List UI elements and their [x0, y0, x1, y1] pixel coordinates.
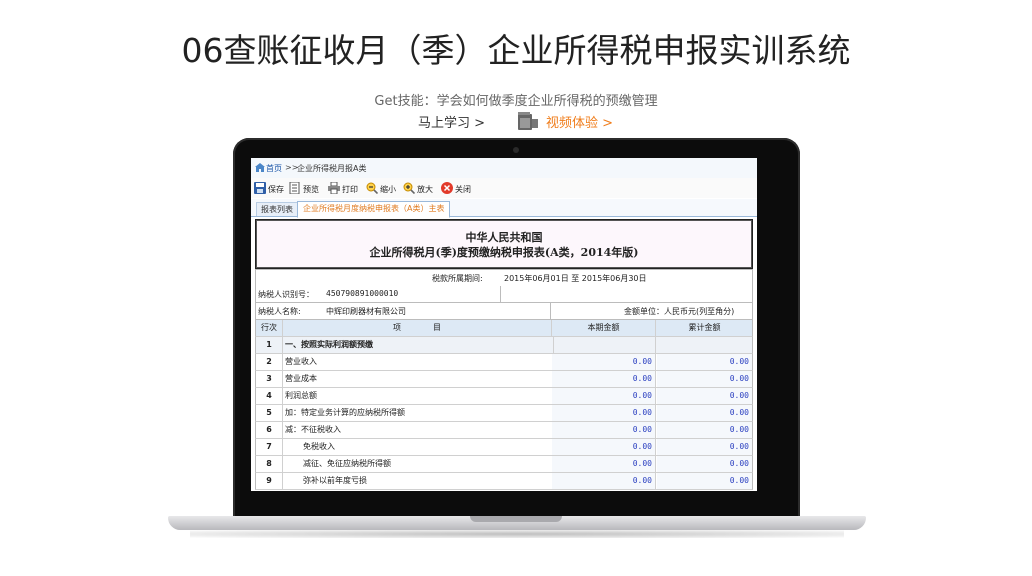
cumulative-amount-input[interactable]: 0.00	[657, 371, 752, 387]
current-amount-input	[552, 337, 656, 353]
item-cell: 利润总额	[283, 388, 554, 404]
tab-report-list[interactable]: 报表列表	[256, 202, 298, 216]
form-header-title: 企业所得税月(季)度预缴纳税申报表(A类，2014年版)	[369, 246, 639, 259]
cumulative-amount-input[interactable]: 0.00	[657, 439, 752, 455]
item-cell: 加：特定业务计算的应纳税所得额	[283, 405, 554, 421]
tax-period-label: 税款所属期间:	[432, 274, 483, 283]
item-cell: 免税收入	[283, 439, 572, 455]
laptop-shadow	[190, 530, 844, 538]
taxpayer-id-row: 纳税人识别号： 450790891000010	[255, 286, 753, 303]
taxpayer-id-label: 纳税人识别号：	[258, 290, 314, 299]
item-cell: 营业成本	[283, 371, 554, 387]
current-amount-input[interactable]: 0.00	[552, 456, 656, 472]
page-title: 06查账征收月（季）企业所得税申报实训系统	[181, 31, 851, 70]
row-no-cell: 1	[256, 337, 283, 353]
close-icon	[441, 182, 453, 194]
col-item: 项 目	[283, 320, 552, 336]
breadcrumb: 首页 >> 企业所得税月报A类	[251, 158, 757, 179]
item-cell: 一、按照实际利润额预缴	[283, 337, 554, 353]
learn-now-link[interactable]: 马上学习 >	[418, 112, 485, 131]
current-amount-input[interactable]: 0.00	[552, 422, 656, 438]
row-no-cell: 6	[256, 422, 283, 438]
current-amount-input[interactable]: 0.00	[552, 473, 656, 489]
save-icon	[254, 182, 266, 194]
cell-divider	[550, 303, 551, 319]
webcam-icon	[513, 147, 519, 153]
current-amount-input[interactable]: 0.00	[552, 388, 656, 404]
table-row: 3 营业成本 0.00 0.00	[255, 371, 753, 388]
tab-bar: 报表列表 企业所得税月度纳税申报表（A类）主表	[251, 199, 757, 218]
table-row: 1 一、按照实际利润额预缴	[255, 337, 753, 354]
taxpayer-id-value: 450790891000010	[326, 289, 399, 298]
col-current: 本期金额	[552, 320, 656, 336]
video-camera-icon[interactable]	[516, 110, 540, 132]
laptop-base-notch	[470, 516, 562, 522]
amount-unit-label: 金额单位：人民币元(列至角分)	[624, 307, 735, 316]
taxpayer-name-row: 纳税人名称: 中辉印刷器材有限公司 金额单位：人民币元(列至角分)	[255, 303, 753, 320]
item-cell: 减征、免征应纳税所得额	[283, 456, 572, 472]
table-row: 4 利润总额 0.00 0.00	[255, 388, 753, 405]
zoom-out-icon	[366, 182, 378, 194]
row-no-cell: 4	[256, 388, 283, 404]
row-no-cell: 9	[256, 473, 283, 489]
tab-main-form[interactable]: 企业所得税月度纳税申报表（A类）主表	[297, 201, 451, 218]
cumulative-amount-input[interactable]: 0.00	[657, 456, 752, 472]
page-subtitle: Get技能：学会如何做季度企业所得税的预缴管理	[374, 94, 658, 109]
home-icon[interactable]	[255, 163, 265, 172]
current-amount-input[interactable]: 0.00	[552, 439, 656, 455]
breadcrumb-home-link[interactable]: 首页	[266, 163, 282, 174]
cell-divider	[500, 286, 501, 302]
cta-links: 马上学习 > 视频体验 >	[0, 110, 1032, 132]
table-row: 2 营业收入 0.00 0.00	[255, 354, 753, 371]
row-no-cell: 3	[256, 371, 283, 387]
taxpayer-name-label: 纳税人名称:	[258, 307, 301, 316]
cumulative-amount-input[interactable]: 0.00	[657, 405, 752, 421]
cumulative-amount-input[interactable]: 0.00	[657, 388, 752, 404]
video-experience-link[interactable]: 视频体验 >	[546, 112, 613, 131]
cumulative-amount-input[interactable]: 0.00	[657, 354, 752, 370]
current-amount-input[interactable]: 0.00	[552, 405, 656, 421]
tax-period-row: 税款所属期间: 2015年06月01日 至 2015年06月30日	[255, 269, 753, 287]
cumulative-amount-input[interactable]: 0.00	[657, 473, 752, 489]
col-cumulative: 累计金额	[688, 323, 721, 332]
cumulative-amount-input[interactable]: 0.00	[657, 422, 752, 438]
item-cell: 弥补以前年度亏损	[283, 473, 572, 489]
tax-period-value: 2015年06月01日 至 2015年06月30日	[504, 274, 647, 283]
table-row: 8 减征、免征应纳税所得额 0.00 0.00	[255, 456, 753, 473]
row-no-cell: 7	[256, 439, 283, 455]
table-row: 6 减：不征税收入 0.00 0.00	[255, 422, 753, 439]
form-header-country: 中华人民共和国	[465, 231, 543, 244]
taxpayer-name-value: 中辉印刷器材有限公司	[326, 307, 406, 316]
app-screen: 首页 >> 企业所得税月报A类 保存 预览 打印 缩小 放大 关闭 报表列表 企…	[251, 158, 757, 491]
zoom-in-icon	[403, 182, 415, 194]
row-no-cell: 5	[256, 405, 283, 421]
current-amount-input[interactable]: 0.00	[552, 354, 656, 370]
row-no-cell: 8	[256, 456, 283, 472]
preview-icon	[289, 182, 300, 194]
table-header-row: 行次 项 目 本期金额 累计金额	[255, 320, 753, 337]
cumulative-amount-input	[657, 337, 752, 353]
item-cell: 减：不征税收入	[283, 422, 554, 438]
col-row-no: 行次	[256, 320, 283, 336]
form-header: 中华人民共和国 企业所得税月(季)度预缴纳税申报表(A类，2014年版)	[255, 219, 753, 269]
row-no-cell: 2	[256, 354, 283, 370]
table-row: 9 弥补以前年度亏损 0.00 0.00	[255, 473, 753, 490]
breadcrumb-current: 企业所得税月报A类	[297, 164, 367, 173]
toolbar: 保存 预览 打印 缩小 放大 关闭	[251, 178, 757, 198]
table-row: 5 加：特定业务计算的应纳税所得额 0.00 0.00	[255, 405, 753, 422]
item-cell: 营业收入	[283, 354, 554, 370]
current-amount-input[interactable]: 0.00	[552, 371, 656, 387]
table-row: 7 免税收入 0.00 0.00	[255, 439, 753, 456]
print-icon	[328, 182, 340, 194]
tax-form: 中华人民共和国 企业所得税月(季)度预缴纳税申报表(A类，2014年版) 税款所…	[255, 219, 753, 491]
